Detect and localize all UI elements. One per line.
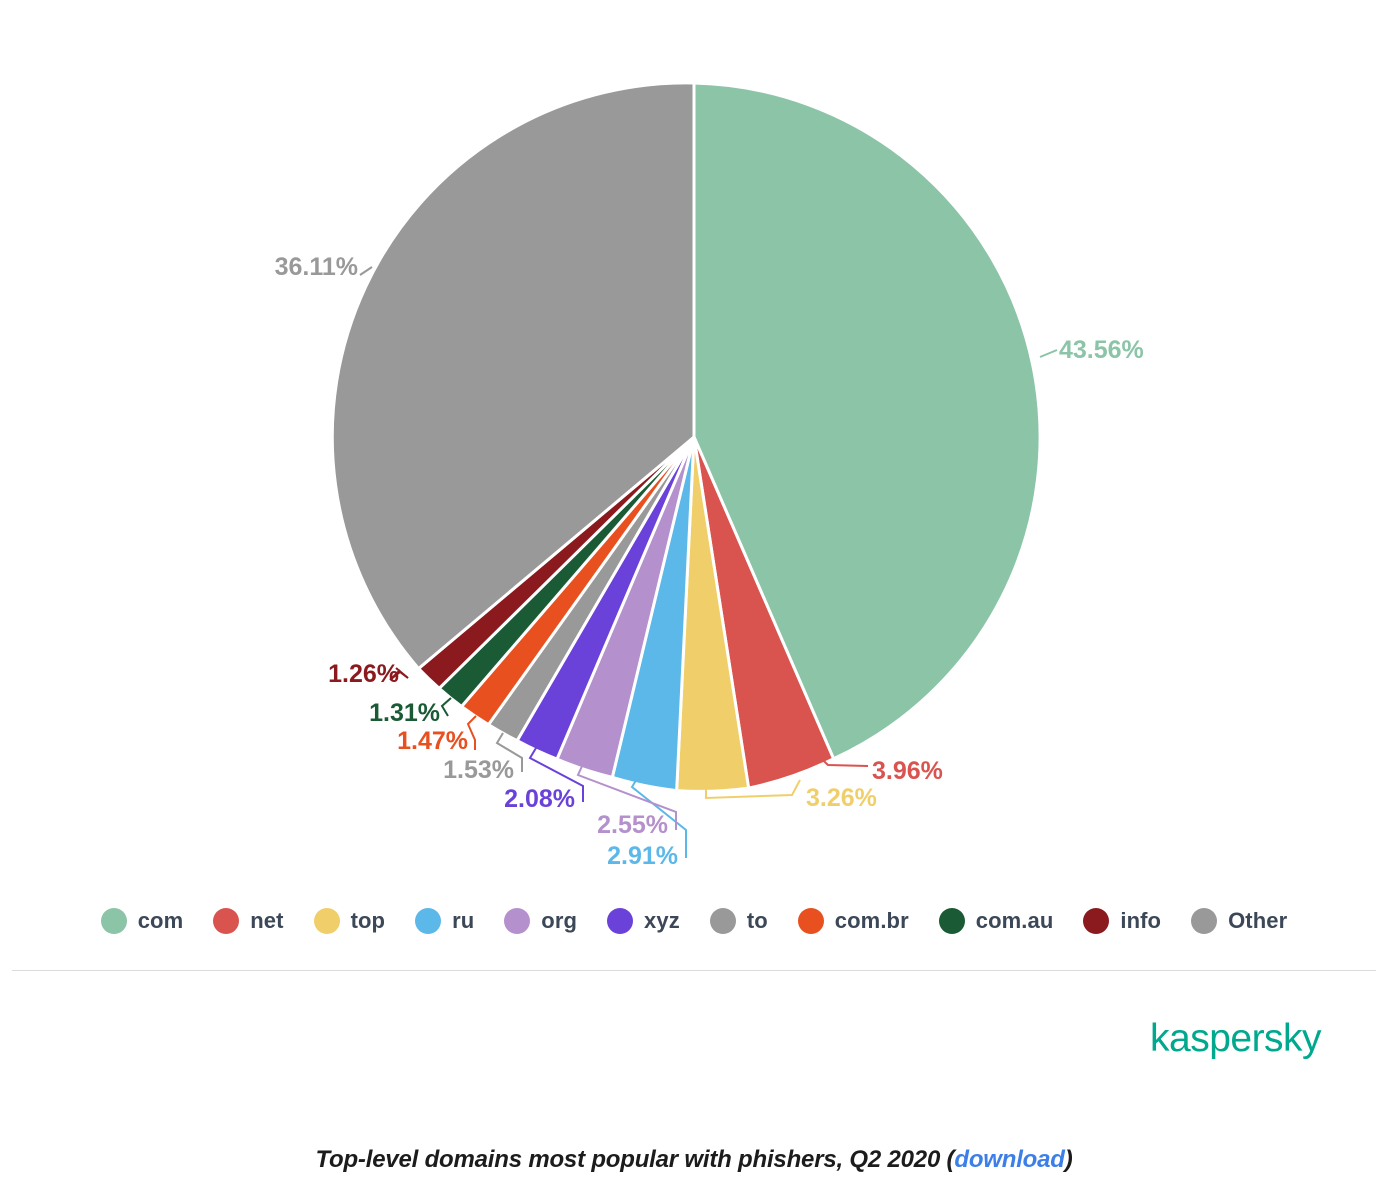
legend-label: com — [137, 908, 184, 933]
legend-item-com[interactable]: com — [100, 908, 184, 934]
legend-item-net[interactable]: net — [213, 908, 283, 934]
legend-item-top[interactable]: top — [313, 908, 386, 934]
caption-text-after: ) — [1064, 1146, 1073, 1173]
figure-caption: Top-level domains most popular with phis… — [0, 1146, 1388, 1174]
legend-swatch-icon — [797, 908, 824, 934]
legend-swatch-icon — [415, 908, 442, 934]
legend-swatch-icon — [938, 908, 965, 934]
legend-swatch-icon — [313, 908, 340, 934]
pie-label-other: 36.11% — [275, 253, 358, 281]
legend-label: ru — [452, 908, 475, 933]
kaspersky-wordmark: kaspersky — [1150, 1018, 1322, 1060]
legend-swatch-icon — [709, 908, 736, 934]
legend-item-com-au[interactable]: com.au — [938, 908, 1054, 934]
pie-label-com: 43.56% — [1059, 336, 1144, 364]
pie-label-ru: 2.91% — [607, 842, 678, 870]
legend-swatch-icon — [100, 908, 127, 934]
pie-label-com-br: 1.47% — [397, 727, 468, 755]
legend-label: to — [746, 908, 768, 933]
kaspersky-logo: kaspersky — [1150, 1016, 1350, 1064]
legend-item-xyz[interactable]: xyz — [607, 908, 680, 934]
download-link[interactable]: download — [954, 1146, 1065, 1173]
leader-other — [359, 266, 373, 276]
pie-label-com-au: 1.31% — [369, 699, 440, 727]
leader-com-au — [440, 697, 452, 717]
legend-item-org[interactable]: org — [504, 908, 577, 934]
pie-label-org: 2.55% — [597, 811, 668, 839]
pie-label-net: 3.96% — [872, 757, 943, 785]
legend-swatch-icon — [607, 908, 634, 934]
legend-swatch-icon — [1083, 908, 1110, 934]
pie-label-info: 1.26% — [328, 660, 399, 688]
legend-label: net — [250, 908, 284, 933]
legend-item-other[interactable]: Other — [1191, 908, 1287, 934]
pie-label-top: 3.26% — [806, 784, 877, 812]
legend-label: xyz — [644, 908, 680, 933]
legend-swatch-icon — [504, 908, 531, 934]
legend-item-to[interactable]: to — [709, 908, 768, 934]
legend-label: com.br — [834, 908, 909, 933]
legend-item-com-br[interactable]: com.br — [797, 908, 909, 934]
leader-com — [1039, 349, 1058, 358]
pie-slices — [330, 81, 1042, 793]
legend-swatch-icon — [213, 908, 240, 934]
leader-com-br — [466, 715, 477, 750]
legend-label: org — [541, 908, 578, 933]
legend-label: Other — [1228, 908, 1288, 933]
pie-label-to: 1.53% — [443, 756, 514, 784]
horizontal-divider — [12, 970, 1376, 971]
legend-label: com.au — [975, 908, 1054, 933]
caption-text-before: Top-level domains most popular with phis… — [315, 1146, 955, 1173]
chart-legend: com net top ru org xyz to com.br com.au … — [0, 908, 1388, 934]
pie-label-xyz: 2.08% — [504, 785, 575, 813]
legend-item-info[interactable]: info — [1083, 908, 1161, 934]
legend-label: info — [1120, 908, 1162, 933]
pie-chart: 43.56% 36.11% 3.96% 3.26% 2.91% 2.55% 2.… — [0, 0, 1388, 890]
legend-label: top — [350, 908, 386, 933]
legend-swatch-icon — [1191, 908, 1218, 934]
chart-figure: 43.56% 36.11% 3.96% 3.26% 2.91% 2.55% 2.… — [0, 0, 1388, 1192]
legend-item-ru[interactable]: ru — [415, 908, 474, 934]
